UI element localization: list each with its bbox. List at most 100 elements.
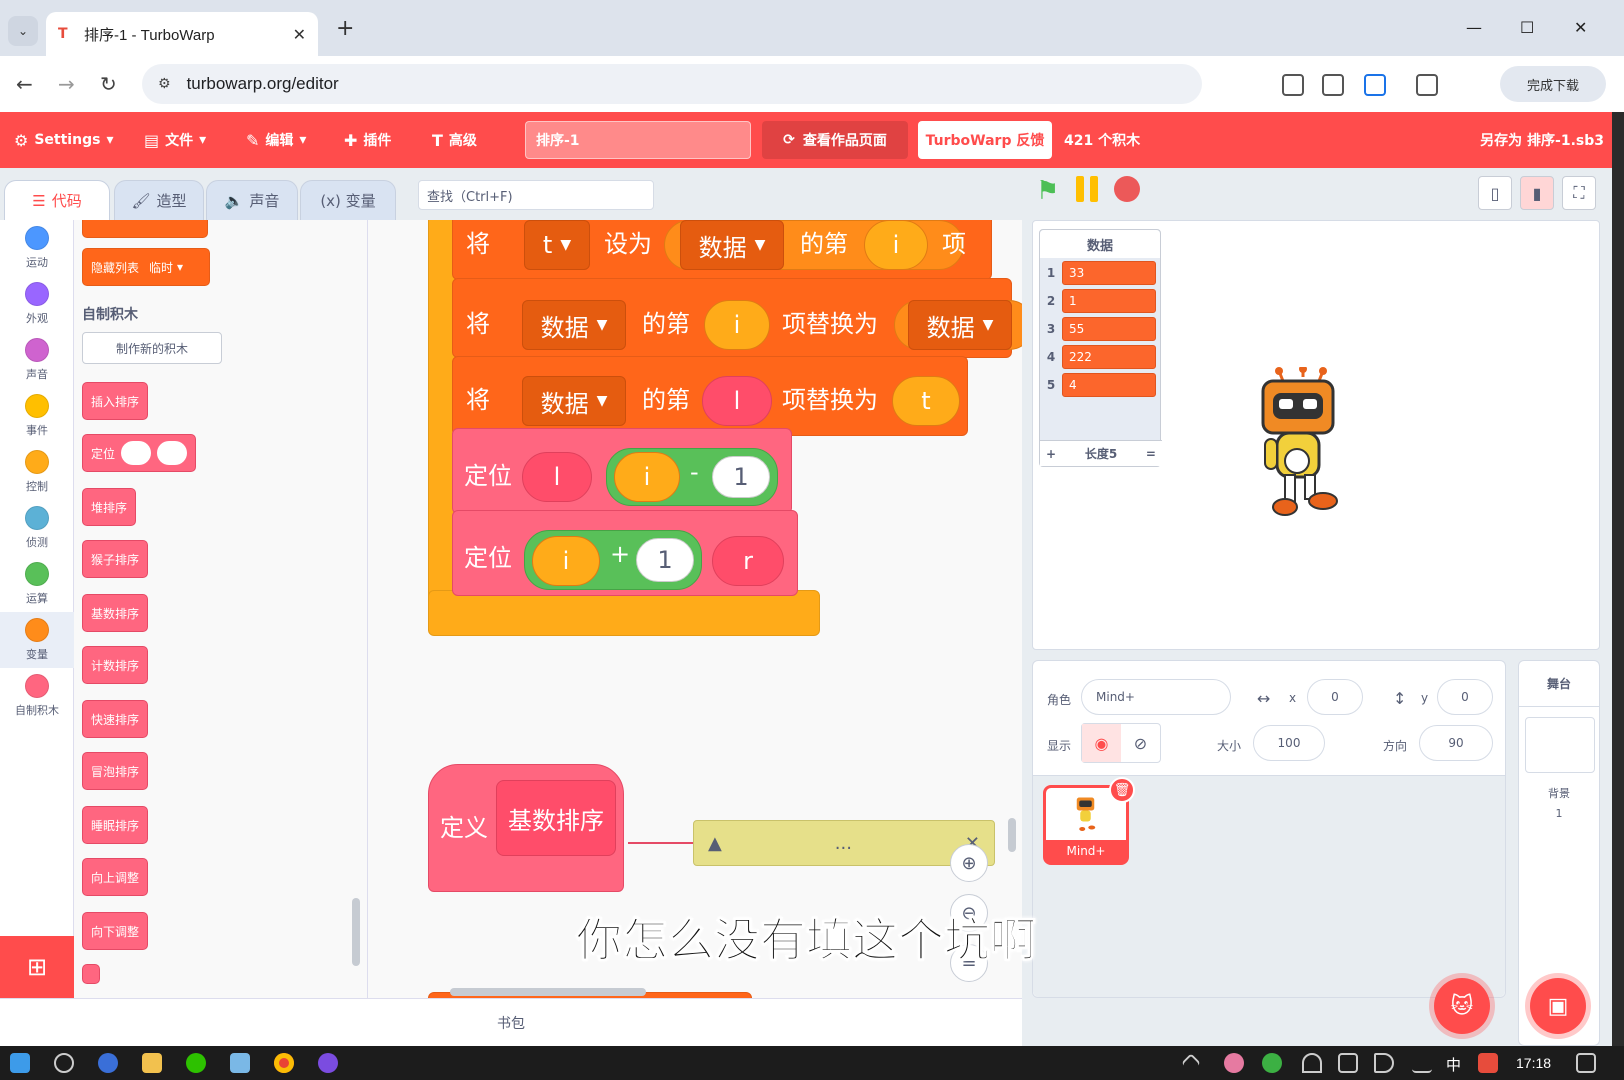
wechat-icon[interactable] <box>186 1053 206 1073</box>
category-variables[interactable]: 变量 <box>0 612 74 668</box>
size-input[interactable]: 100 <box>1253 725 1325 761</box>
small-stage-icon[interactable]: ▯ <box>1478 176 1512 210</box>
tray-expand-icon[interactable] <box>1181 1053 1201 1073</box>
list-value[interactable]: 33 <box>1062 261 1156 285</box>
list-value[interactable]: 4 <box>1062 373 1156 397</box>
direction-input[interactable]: 90 <box>1419 725 1493 761</box>
file-explorer-icon[interactable] <box>142 1053 162 1073</box>
pause-icon[interactable] <box>1076 176 1102 202</box>
category-control[interactable]: 控制 <box>0 444 74 500</box>
variable-reporter-i[interactable]: i <box>864 220 928 270</box>
fullscreen-icon[interactable]: ⛶ <box>1562 176 1596 210</box>
green-flag-icon[interactable]: ⚑ <box>1036 176 1059 206</box>
wifi-icon[interactable] <box>1302 1053 1322 1073</box>
project-title-input[interactable]: 排序-1 <box>525 121 751 159</box>
edit-menu[interactable]: ✎ 编辑 ▾ <box>246 112 306 168</box>
category-motion[interactable]: 运动 <box>0 220 74 276</box>
list-dropdown[interactable]: 数据 ▼ <box>522 376 626 426</box>
maximize-icon[interactable]: ☐ <box>1520 18 1534 37</box>
volume-icon[interactable] <box>1374 1053 1394 1073</box>
bookmark-icon[interactable] <box>1364 74 1386 96</box>
advanced-menu[interactable]: T 高级 <box>432 112 477 168</box>
feedback-button[interactable]: TurboWarp 反馈 <box>918 121 1052 159</box>
list-value[interactable]: 1 <box>1062 289 1156 313</box>
vertical-scrollbar[interactable] <box>1008 818 1016 852</box>
search-icon[interactable] <box>54 1053 74 1073</box>
horizontal-scrollbar[interactable] <box>450 988 646 996</box>
add-extension-button[interactable]: ⊞ <box>0 936 74 998</box>
category-looks[interactable]: 外观 <box>0 276 74 332</box>
tab-costumes[interactable]: 🖌 造型 <box>114 180 204 220</box>
minimize-icon[interactable]: — <box>1466 18 1482 37</box>
variable-reporter-i[interactable]: i <box>614 452 680 502</box>
tray-app-icon[interactable] <box>1224 1053 1244 1073</box>
input-method-indicator[interactable]: 中 <box>1446 1054 1461 1075</box>
notification-icon[interactable] <box>1576 1053 1596 1073</box>
settings-menu[interactable]: ⚙ Settings ▾ <box>14 112 113 168</box>
show-eye-icon[interactable]: ◉ <box>1082 724 1121 762</box>
palette-block[interactable]: 睡眠排序 <box>82 806 149 844</box>
see-project-page-button[interactable]: ⟳ 查看作品页面 <box>762 121 908 159</box>
palette-scrollbar[interactable] <box>352 898 360 966</box>
tray-app-icon[interactable] <box>1262 1053 1282 1073</box>
variable-reporter-l[interactable]: l <box>522 452 592 502</box>
palette-block[interactable]: 插入排序 <box>82 382 149 420</box>
x-input[interactable]: 0 <box>1307 679 1363 715</box>
addons-menu[interactable]: ✚ 插件 <box>344 112 391 168</box>
variable-reporter-l[interactable]: l <box>702 376 772 426</box>
block-dropdown[interactable]: 临时 <box>149 259 173 276</box>
list-monitor[interactable]: 数据 1 33 21 3 55 4 222 54 + 长度5 = <box>1039 229 1162 467</box>
forward-icon[interactable]: → <box>58 72 75 96</box>
back-icon[interactable]: ← <box>16 72 33 96</box>
palette-block[interactable]: 向下调整 <box>82 912 149 950</box>
tab-search-button[interactable]: ⌄ <box>8 16 38 46</box>
mind-plus-sprite[interactable] <box>1257 367 1343 527</box>
palette-block[interactable]: 向上调整 <box>82 858 149 896</box>
category-sensing[interactable]: 侦测 <box>0 500 74 556</box>
url-field[interactable]: ⚙ turbowarp.org/editor <box>142 64 1202 104</box>
number-input[interactable]: 1 <box>636 538 694 582</box>
custom-block-prototype[interactable]: 基数排序 <box>496 780 616 856</box>
app-icon[interactable] <box>98 1053 118 1073</box>
profile-button[interactable]: 完成下载 <box>1500 66 1606 102</box>
normal-stage-icon[interactable]: ▮ <box>1520 176 1554 210</box>
browser-tab[interactable]: T 排序-1 - TurboWarp ✕ <box>46 12 318 56</box>
list-dropdown[interactable]: 数据 ▼ <box>680 220 784 270</box>
list-dropdown[interactable]: 数据 ▼ <box>522 300 626 350</box>
category-my-blocks[interactable]: 自制积木 <box>0 668 74 724</box>
stage-thumbnail[interactable] <box>1525 717 1595 773</box>
save-as-link[interactable]: 另存为 排序-1.sb3 <box>1480 130 1604 150</box>
list-value[interactable]: 222 <box>1062 345 1156 369</box>
palette-block[interactable]: 冒泡排序 <box>82 752 149 790</box>
stage[interactable]: 数据 1 33 21 3 55 4 222 54 + 长度5 = <box>1032 220 1600 650</box>
stop-icon[interactable] <box>1114 176 1140 202</box>
extension-icon[interactable] <box>1282 74 1304 96</box>
variable-reporter-i[interactable]: i <box>704 300 770 350</box>
number-input[interactable]: 1 <box>712 456 770 498</box>
windows-start-icon[interactable] <box>10 1053 30 1073</box>
category-operators[interactable]: 运算 <box>0 556 74 612</box>
control-block-bottom[interactable] <box>428 590 820 636</box>
palette-block-partial[interactable] <box>82 964 100 984</box>
list-dropdown[interactable]: 数据 ▼ <box>908 300 1012 350</box>
find-input[interactable]: 查找（Ctrl+F) <box>418 180 654 210</box>
palette-block[interactable]: 堆排序 <box>82 488 137 526</box>
collapse-icon[interactable]: ▲ <box>708 833 722 854</box>
sogou-icon[interactable] <box>1478 1053 1498 1073</box>
variable-reporter-t[interactable]: t <box>892 376 960 426</box>
add-backdrop-button[interactable]: ▣ <box>1530 978 1586 1034</box>
category-events[interactable]: 事件 <box>0 388 74 444</box>
zoom-in-icon[interactable]: ⊕ <box>950 844 988 882</box>
backpack[interactable]: 书包 <box>0 998 1022 1046</box>
y-input[interactable]: 0 <box>1437 679 1493 715</box>
clock[interactable]: 17:18 <box>1516 1055 1551 1071</box>
variable-dropdown[interactable]: t ▼ <box>524 220 590 270</box>
category-sound[interactable]: 声音 <box>0 332 74 388</box>
sidebar-icon[interactable] <box>1416 74 1438 96</box>
site-info-icon[interactable]: ⚙ <box>158 76 171 92</box>
palette-block[interactable]: 定位 <box>82 434 196 472</box>
chrome-icon[interactable] <box>274 1053 294 1073</box>
new-tab-button[interactable]: + <box>336 16 354 41</box>
app-icon[interactable] <box>230 1053 250 1073</box>
tab-sounds[interactable]: 🔈 声音 <box>206 180 298 220</box>
